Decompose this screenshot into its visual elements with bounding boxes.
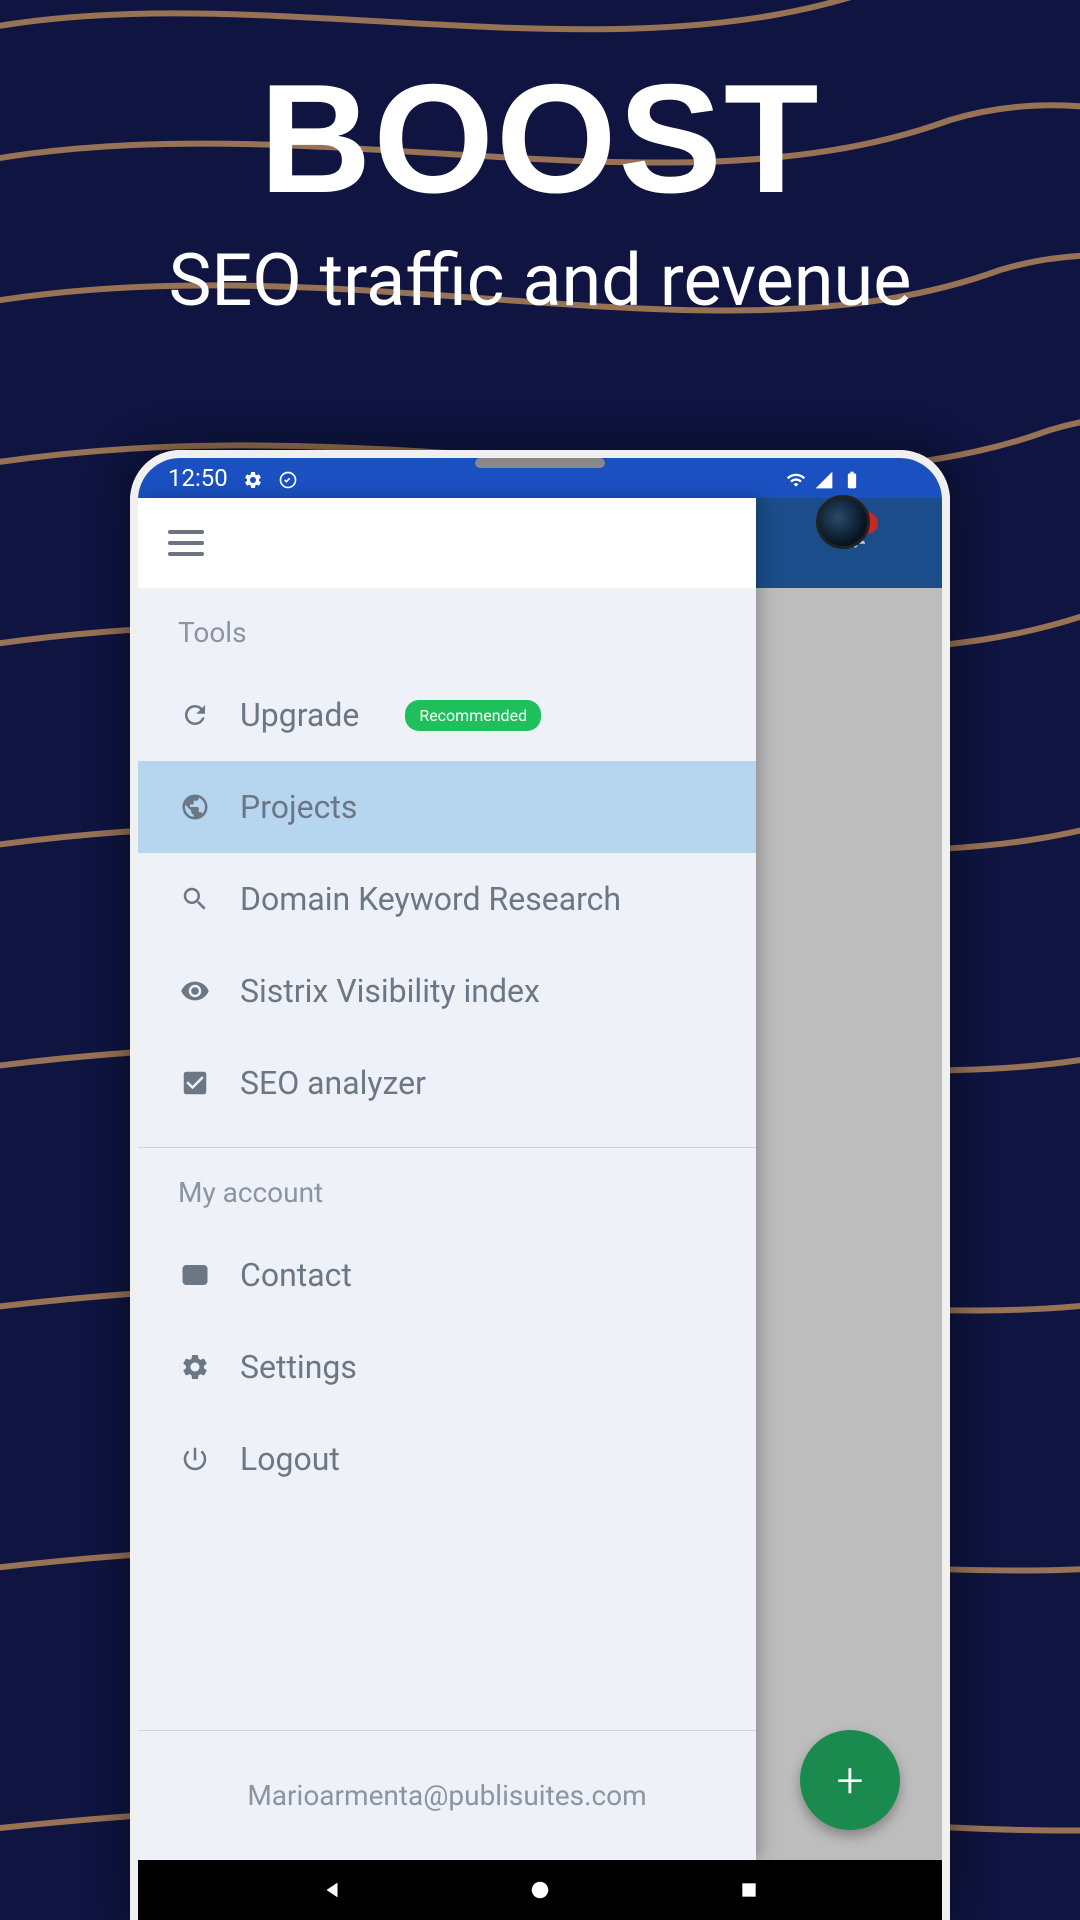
- phone-camera: [816, 495, 870, 549]
- menu-label: Sistrix Visibility index: [240, 972, 540, 1010]
- user-email: Marioarmenta@publisuites.com: [247, 1779, 646, 1812]
- android-nav-bar: [138, 1860, 942, 1920]
- menu-label: SEO analyzer: [240, 1064, 426, 1102]
- menu-item-contact[interactable]: Contact: [138, 1229, 756, 1321]
- wifi-icon: [786, 468, 806, 488]
- settings-status-icon: [243, 468, 263, 488]
- hero-title: BOOST: [0, 50, 1080, 228]
- nav-recent-button[interactable]: [734, 1875, 764, 1905]
- menu-item-logout[interactable]: Logout: [138, 1413, 756, 1505]
- hero-text: BOOST SEO traffic and revenue: [0, 50, 1080, 323]
- eye-icon: [178, 974, 212, 1008]
- navigation-drawer: Tools Upgrade Recommended Projects: [138, 498, 756, 1860]
- gear-icon: [178, 1350, 212, 1384]
- phone-speaker: [475, 458, 605, 468]
- section-label-account: My account: [138, 1148, 756, 1229]
- menu-item-projects[interactable]: Projects: [138, 761, 756, 853]
- fab-add-button[interactable]: +: [800, 1730, 900, 1830]
- menu-label: Settings: [240, 1348, 357, 1386]
- drawer-footer: Marioarmenta@publisuites.com: [138, 1730, 756, 1860]
- menu-item-settings[interactable]: Settings: [138, 1321, 756, 1413]
- nav-home-button[interactable]: [525, 1875, 555, 1905]
- check-box-icon: [178, 1066, 212, 1100]
- menu-label: Upgrade: [240, 696, 359, 734]
- search-icon: [178, 882, 212, 916]
- recommended-badge: Recommended: [405, 700, 541, 731]
- menu-label: Projects: [240, 788, 357, 826]
- battery-icon: [842, 468, 862, 488]
- menu-item-seo-analyzer[interactable]: SEO analyzer: [138, 1037, 756, 1129]
- signal-icon: [814, 468, 834, 488]
- hamburger-menu-button[interactable]: [168, 530, 204, 556]
- drawer-header: [138, 498, 756, 588]
- menu-item-upgrade[interactable]: Upgrade Recommended: [138, 669, 756, 761]
- drawer-body: Tools Upgrade Recommended Projects: [138, 588, 756, 1730]
- sync-status-icon: [278, 468, 298, 488]
- power-icon: [178, 1442, 212, 1476]
- hero-subtitle: SEO traffic and revenue: [0, 238, 1080, 323]
- refresh-icon: [178, 698, 212, 732]
- plus-icon: +: [836, 1752, 863, 1809]
- menu-item-sistrix[interactable]: Sistrix Visibility index: [138, 945, 756, 1037]
- status-time: 12:50: [168, 464, 228, 492]
- globe-icon: [178, 790, 212, 824]
- menu-label: Logout: [240, 1440, 340, 1478]
- menu-item-keyword-research[interactable]: Domain Keyword Research: [138, 853, 756, 945]
- envelope-icon: [178, 1258, 212, 1292]
- phone-mockup: 12:50 +: [130, 450, 950, 1920]
- nav-back-button[interactable]: [317, 1875, 347, 1905]
- menu-label: Contact: [240, 1256, 352, 1294]
- menu-label: Domain Keyword Research: [240, 880, 621, 918]
- section-label-tools: Tools: [138, 588, 756, 669]
